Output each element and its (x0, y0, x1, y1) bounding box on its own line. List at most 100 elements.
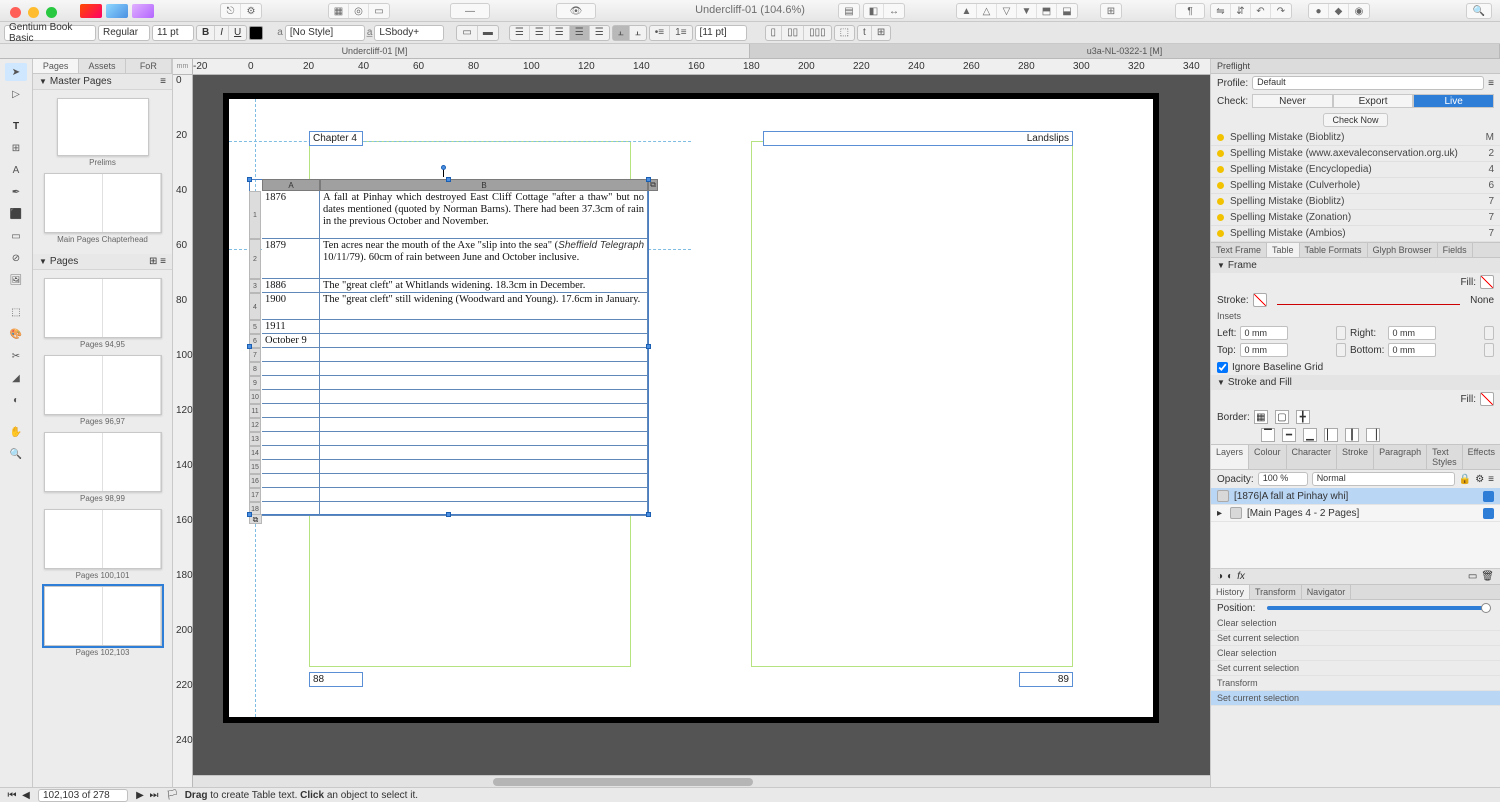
master-thumb-chapterhead[interactable] (44, 173, 162, 233)
opacity-field[interactable]: 100 % (1258, 472, 1308, 486)
obj-tab-glyph[interactable]: Glyph Browser (1368, 243, 1438, 257)
ruler-horizontal[interactable]: -200204060801001201401601802002202402602… (193, 59, 1210, 75)
row-header[interactable]: 1 (249, 191, 261, 239)
preflight-item[interactable]: Spelling Mistake (Culverhole)6 (1211, 178, 1500, 194)
align-group-icon[interactable]: ▤ (839, 4, 859, 18)
picture-tool[interactable]: 🖼 (5, 271, 27, 289)
col-header-b[interactable]: B (320, 179, 648, 191)
ruler-vertical[interactable]: 020406080100120140160180200220240 (173, 75, 193, 787)
history-item[interactable]: Clear selection (1211, 616, 1500, 631)
persona-publisher[interactable] (80, 4, 102, 18)
border-all-icon[interactable]: ▦ (1254, 410, 1268, 424)
zoom-tool[interactable]: 🔍 (5, 445, 27, 463)
align-justify[interactable]: ☰ (590, 26, 609, 40)
textstyles-tab[interactable]: Text Styles (1427, 445, 1463, 469)
ruler-unit[interactable]: mm (173, 59, 193, 75)
history-item[interactable]: Set current selection (1211, 661, 1500, 676)
font-size-field[interactable]: 11 pt (152, 25, 194, 41)
border-inner-icon[interactable]: ╋ (1296, 410, 1310, 424)
page-right[interactable]: Landslips 89 (691, 99, 1153, 717)
layer-fx-icon[interactable]: fx (1237, 571, 1245, 582)
lp-tab-pages[interactable]: Pages (33, 59, 79, 73)
wrap-icon[interactable]: ⬚ (835, 26, 854, 40)
preflight-item[interactable]: Spelling Mistake (Bioblitz)M (1211, 130, 1500, 146)
table-row[interactable] (262, 474, 648, 488)
page-thumb[interactable] (44, 278, 162, 338)
inset-right-stepper[interactable] (1484, 326, 1494, 340)
table-row[interactable]: October 9 (262, 334, 648, 348)
frame-stroke-swatch[interactable] (1253, 293, 1267, 307)
row-header[interactable]: 9 (249, 376, 261, 390)
page-thumb[interactable] (44, 355, 162, 415)
frame-tool[interactable]: ▭ (5, 227, 27, 245)
col-header-a[interactable]: A (262, 179, 320, 191)
table-row[interactable] (262, 446, 648, 460)
row-header[interactable]: 2 (249, 239, 261, 279)
layer-menu-icon[interactable]: ≡ (1488, 474, 1494, 485)
table-row[interactable] (262, 348, 648, 362)
inset-top-stepper[interactable] (1336, 343, 1346, 357)
row-header[interactable]: 12 (249, 418, 261, 432)
col3[interactable]: ▯▯▯ (804, 26, 831, 40)
history-item[interactable]: Set current selection (1211, 631, 1500, 646)
layer-row[interactable]: ▸[Main Pages 4 - 2 Pages] (1211, 505, 1500, 522)
folio-left[interactable]: 88 (309, 672, 363, 687)
page-thumb[interactable] (44, 509, 162, 569)
fill-tool[interactable]: ◢ (5, 369, 27, 387)
preflight-header[interactable]: Preflight (1211, 59, 1500, 74)
table-body[interactable]: 1876A fall at Pinhay which destroyed Eas… (262, 191, 648, 514)
table-row[interactable] (262, 488, 648, 502)
font-family-field[interactable]: Gentium Book Basic (4, 25, 96, 41)
table-row[interactable]: 1900The "great cleft" still widening (Wo… (262, 293, 648, 320)
text-color-swatch[interactable] (249, 26, 263, 40)
doc-tab-2[interactable]: u3a-NL-0322-1 [M] (750, 44, 1500, 58)
artistic-text-tool[interactable]: A (5, 161, 27, 179)
row-header[interactable]: 10 (249, 390, 261, 404)
inset-left-stepper[interactable] (1336, 326, 1346, 340)
align-center[interactable]: ☰ (530, 26, 550, 40)
preflight-never[interactable]: Never (1252, 94, 1333, 108)
layer-lock-icon[interactable]: 🔒 (1459, 474, 1471, 485)
canvas[interactable]: mm -200204060801001201401601802002202402… (173, 59, 1210, 787)
layer-adjustment-icon[interactable]: ◐ (1227, 571, 1233, 582)
row-header[interactable]: 5 (249, 320, 261, 334)
col2[interactable]: ▯▯ (782, 26, 804, 40)
navigator-tab[interactable]: Navigator (1302, 585, 1352, 599)
inset-top[interactable] (1240, 343, 1288, 357)
preflight-profile-select[interactable]: Default (1252, 76, 1484, 90)
clip-icon[interactable]: ◎ (349, 4, 369, 18)
border-bottom-icon[interactable]: ▁ (1303, 428, 1317, 442)
move-tool[interactable]: ➤ (5, 63, 27, 81)
back-icon[interactable]: ▼ (1017, 4, 1037, 18)
merge-icon[interactable]: ◧ (864, 4, 884, 18)
lp-tab-assets[interactable]: Assets (79, 59, 125, 73)
row-header[interactable]: 14 (249, 446, 261, 460)
front-icon[interactable]: ▲ (957, 4, 977, 18)
flip-h-icon[interactable]: ⇋ (1211, 4, 1231, 18)
layer-row[interactable]: [1876|A fall at Pinhay whi] (1211, 488, 1500, 505)
chapter-frame[interactable]: Chapter 4 (309, 131, 363, 146)
open-icon[interactable]: ⎋ (221, 4, 241, 18)
row-header[interactable]: 8 (249, 362, 261, 376)
store-icon[interactable]: ◆ (1329, 4, 1349, 18)
insert1[interactable]: t (858, 26, 872, 40)
flip-v-icon[interactable]: ⇵ (1231, 4, 1251, 18)
add-layer-icon[interactable]: ▭ (1468, 571, 1477, 582)
baseline-on[interactable]: ▭ (457, 26, 477, 40)
border-left-icon[interactable]: ▏ (1324, 428, 1338, 442)
page-thumb[interactable] (44, 432, 162, 492)
persona-photo[interactable] (132, 4, 154, 18)
textflow-icon[interactable]: ¶ (1176, 4, 1204, 18)
paragraph-tab[interactable]: Paragraph (1374, 445, 1427, 469)
pan-tool[interactable]: ✋ (5, 423, 27, 441)
doc-tab-1[interactable]: Undercliff-01 [M] (0, 44, 750, 58)
pen-tool[interactable]: ✒ (5, 183, 27, 201)
page-indicator[interactable]: 102,103 of 278 (38, 789, 128, 802)
bold-button[interactable]: B (197, 26, 215, 40)
table-row[interactable]: 1886The "great cleft" at Whitlands widen… (262, 279, 648, 293)
baseline-off[interactable]: ▬ (478, 26, 498, 40)
paragraph-style-field[interactable]: [No Style] (285, 25, 365, 41)
persona-designer[interactable] (106, 4, 128, 18)
number-list[interactable]: 1≡ (670, 26, 691, 40)
obj-tab-fields[interactable]: Fields (1438, 243, 1473, 257)
